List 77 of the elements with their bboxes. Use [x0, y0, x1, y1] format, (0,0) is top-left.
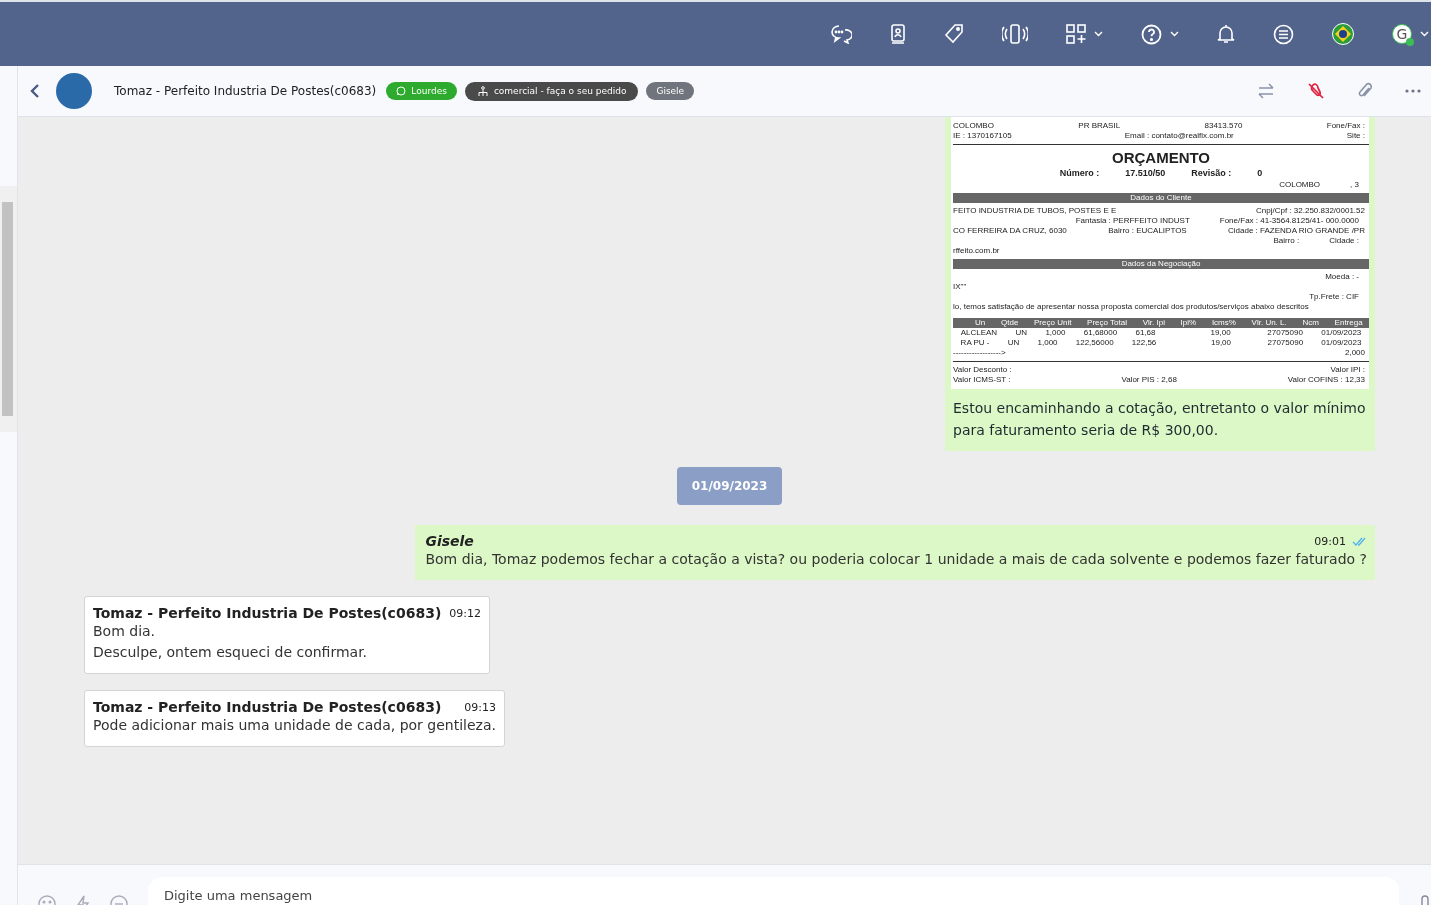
caret-icon[interactable] [1420, 31, 1429, 37]
document-text: Moeda : - [1325, 272, 1359, 282]
user-avatar[interactable]: G [1392, 24, 1412, 44]
document-text: Valor COFINS : 12,33 [1287, 375, 1365, 385]
section-bar: Dados do Cliente [953, 193, 1369, 203]
message-text: Desculpe, ontem esqueci de confirmar. [93, 643, 369, 662]
vibrating-phone-icon[interactable] [1002, 24, 1028, 44]
message-input[interactable]: Digite uma mensagem [148, 877, 1399, 905]
document-preview[interactable] [951, 117, 1369, 389]
document-text: PR BRASIL [1078, 121, 1121, 131]
document-text: Cidade : FAZENDA RIO GRANDE /PR [1228, 226, 1365, 236]
document-text: 2,000 [1344, 348, 1365, 358]
document-text: 17.510/50 [1125, 167, 1166, 180]
scrollbar-thumb[interactable] [2, 202, 13, 416]
document-text: IE : 1370167105 [953, 131, 1012, 141]
document-text: Cidade : [1329, 236, 1359, 246]
document-text: ------------------> [953, 348, 1006, 358]
bell-icon[interactable] [1217, 24, 1235, 44]
brazil-flag-icon[interactable] [1332, 23, 1354, 45]
document-text: COLOMBO [1279, 180, 1321, 190]
date-chip: 01/09/2023 [676, 467, 783, 505]
message-text: Pode adicionar mais uma unidade de cada, por gentileza. [93, 716, 496, 735]
table-header: Un Qtde Preço Unit Preço Total Vlr. Ipi Ipi% Icms% Vlr. Un. L. Ncm Entrega [953, 318, 1369, 328]
document-text: Valor PIS : 2,68 [1121, 375, 1177, 385]
sender-name: Tomaz - Perfeito Industria De Postes(c0683) [93, 605, 442, 621]
list-circle-icon[interactable] [1273, 23, 1294, 45]
tag-badge: comercial - faça o seu pedido [464, 81, 639, 101]
document-text: Revisão : [1191, 167, 1232, 180]
document-text: Site : [1346, 131, 1365, 141]
message-time: 09:13 [464, 700, 496, 714]
document-text: , 3 [1350, 180, 1359, 190]
document-title: ORÇAMENTO [1110, 149, 1212, 166]
swap-arrows-icon[interactable] [1257, 83, 1275, 99]
message-text: Estou encaminhando a cotação, entretanto o valor mínimo para faturamento seria de R$ 300,00. [952, 399, 1367, 440]
back-icon[interactable] [30, 83, 40, 99]
document-text: Fone/Fax : [1326, 121, 1365, 131]
tag-badge: Gisele [646, 82, 695, 100]
document-text: rffeito.com.br [953, 246, 1000, 256]
message-time: 09:01 [1314, 534, 1346, 548]
document-text: Valor IPI : [1330, 365, 1365, 375]
table-row-text: ALCLEAN UN 1,000 61,68000 61,68 19,00 27075090 01/09/2023 [959, 328, 1363, 338]
document-text: Tp.Frete : CIF [1309, 292, 1359, 302]
document-text: Número : [1059, 167, 1100, 180]
message-time: 09:12 [449, 606, 481, 620]
document-text: Valor Desconto : [953, 365, 1012, 375]
tag-badge: Lourdes [386, 82, 457, 100]
contact-avatar [56, 73, 92, 109]
document-text: 83413.570 [1204, 121, 1243, 131]
contact-name: Tomaz - Perfeito Industria De Postes(c0683) [114, 84, 377, 98]
more-icon[interactable] [1405, 89, 1421, 93]
document-text: Bairro : [1273, 236, 1300, 246]
help-icon[interactable] [1141, 23, 1162, 45]
document-text: Fone/Fax : 41-3564.8125/41- 000.0000 [1219, 216, 1359, 226]
caret-icon[interactable] [1170, 31, 1179, 37]
document-text: CO FERREIRA DA CRUZ, 6030 [953, 226, 1067, 236]
caret-icon[interactable] [1094, 31, 1103, 37]
hierarchy-icon [476, 85, 489, 97]
table-row-text: RA PU - UN 1,000 122,56000 122,56 19,00 27075090 01/09/2023 [959, 338, 1363, 348]
document-text: Bairro : EUCALIPTOS [1108, 226, 1187, 236]
document-text: IX"" [953, 282, 967, 292]
paperclip-icon[interactable] [1357, 82, 1373, 100]
section-bar: Dados da Negociação [953, 259, 1369, 269]
document-text: Valor ICMS-ST : [953, 375, 1011, 385]
contact-book-icon[interactable] [890, 24, 906, 44]
document-text: Fantasia : PERFFEITO INDUST [1075, 216, 1190, 226]
document-text: FEITO INDUSTRIA DE TUBOS, POSTES E E [953, 206, 1117, 216]
document-text: COLOMBO [953, 121, 994, 131]
document-text: lo, temos satisfação de apresentar nossa proposta comercial dos produtos/serviços abaixo descritos [953, 302, 1309, 312]
sender-name: Tomaz - Perfeito Industria De Postes(c0683) [93, 699, 442, 715]
document-text: Cnpj/Cpf : 32.250.832/0001.52 [1256, 206, 1365, 216]
message-text: Bom dia, Tomaz podemos fechar a cotação a vista? ou poderia colocar 1 unidade a mais de cada solvente e podemos fazer faturado ? [425, 550, 1367, 569]
document-text: 0 [1257, 167, 1263, 180]
message-text: Bom dia. [93, 622, 157, 641]
document-text: Email : contato@realfix.com.br [1124, 131, 1234, 141]
sender-name: Gisele [425, 533, 474, 549]
apps-grid-icon[interactable] [1066, 24, 1086, 44]
tag-icon[interactable] [944, 24, 964, 44]
